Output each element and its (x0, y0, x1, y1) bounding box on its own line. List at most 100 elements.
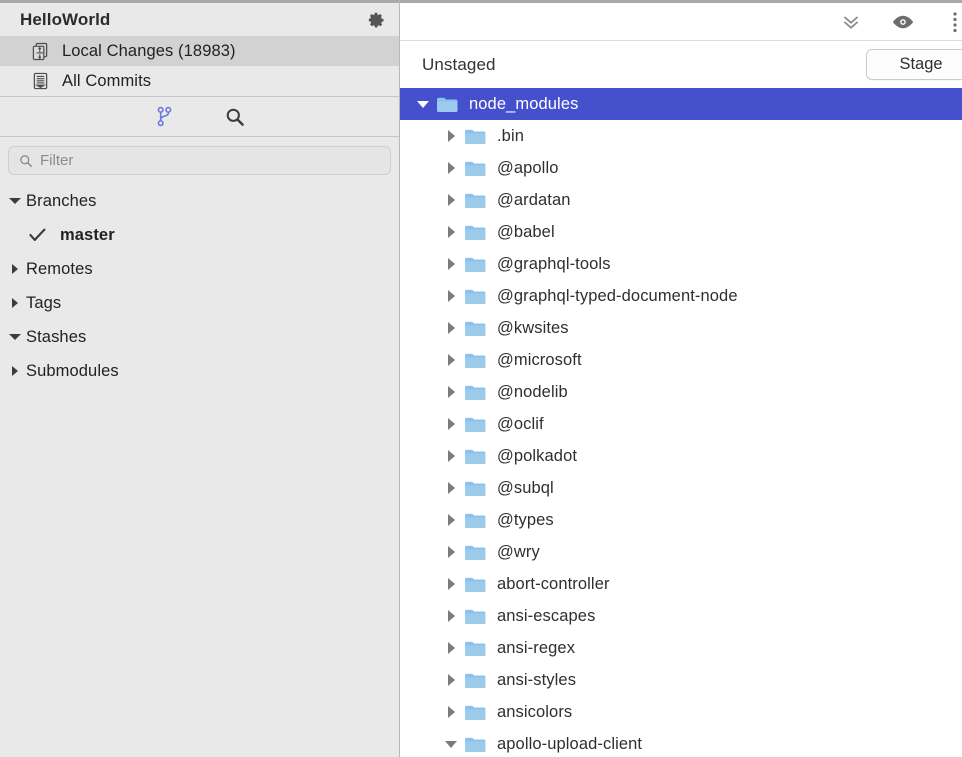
file-tree-row[interactable]: @babel (400, 216, 962, 248)
file-name: abort-controller (497, 575, 610, 594)
folder-icon (464, 384, 488, 401)
chevron-down-icon[interactable] (438, 741, 464, 748)
file-name: @types (497, 511, 554, 530)
file-tree-row[interactable]: abort-controller (400, 568, 962, 600)
file-name: ansi-styles (497, 671, 576, 690)
chevron-right-icon[interactable] (438, 610, 464, 622)
file-tree-row[interactable]: @nodelib (400, 376, 962, 408)
file-tree-row[interactable]: @subql (400, 472, 962, 504)
repository-title: HelloWorld (20, 10, 365, 30)
file-tree-row[interactable]: @types (400, 504, 962, 536)
folder-icon (464, 160, 488, 177)
file-tree-row[interactable]: apollo-upload-client (400, 728, 962, 757)
branch-icon[interactable] (150, 103, 180, 131)
file-tree-row[interactable]: ansi-escapes (400, 600, 962, 632)
file-tree-row[interactable]: node_modules (400, 88, 962, 120)
folder-icon (464, 288, 488, 305)
tree-item-label: Submodules (26, 362, 119, 381)
chevron-right-icon[interactable] (438, 418, 464, 430)
chevron-right-icon[interactable] (438, 450, 464, 462)
file-tree-row[interactable]: @graphql-tools (400, 248, 962, 280)
file-tree-row[interactable]: @kwsites (400, 312, 962, 344)
sidebar: HelloWorld Local Changes (18 (0, 0, 400, 757)
filter-input[interactable] (40, 152, 380, 169)
file-tree-row[interactable]: ansi-regex (400, 632, 962, 664)
tree-item-label: Remotes (26, 260, 93, 279)
section-title: Unstaged (422, 55, 496, 75)
folder-icon (436, 96, 460, 113)
folder-icon (464, 608, 488, 625)
file-tree-row[interactable]: @graphql-typed-document-node (400, 280, 962, 312)
tree-item-branches[interactable]: Branches (0, 184, 399, 218)
filter-box[interactable] (8, 146, 391, 175)
file-name: @subql (497, 479, 554, 498)
tree-item-submodules[interactable]: Submodules (0, 354, 399, 388)
chevron-right-icon[interactable] (438, 674, 464, 686)
chevron-right-icon[interactable] (438, 386, 464, 398)
main-toolbar (400, 3, 962, 41)
file-name: @wry (497, 543, 540, 562)
chevron-right-icon[interactable] (438, 258, 464, 270)
sidebar-item-label: Local Changes (18983) (62, 42, 236, 61)
file-name: ansi-escapes (497, 607, 595, 626)
chevron-right-icon[interactable] (438, 546, 464, 558)
file-name: @microsoft (497, 351, 582, 370)
file-name: @graphql-typed-document-node (497, 287, 738, 306)
file-tree: node_modules .bin @apollo (400, 88, 962, 757)
file-name: @polkadot (497, 447, 577, 466)
chevron-right-icon[interactable] (4, 298, 26, 308)
tree-item-master[interactable]: master (0, 218, 399, 252)
tree-item-label: Stashes (26, 328, 86, 347)
chevron-down-icon[interactable] (4, 334, 26, 340)
chevron-down-icon[interactable] (4, 198, 26, 204)
sidebar-item-all-commits[interactable]: All Commits (0, 66, 399, 96)
chevron-right-icon[interactable] (438, 290, 464, 302)
file-tree-row[interactable]: @apollo (400, 152, 962, 184)
chevron-right-icon[interactable] (4, 264, 26, 274)
stage-button[interactable]: Stage (866, 49, 962, 80)
chevron-right-icon[interactable] (438, 162, 464, 174)
more-vertical-icon[interactable] (942, 9, 962, 35)
file-tree-row[interactable]: ansicolors (400, 696, 962, 728)
folder-icon (464, 320, 488, 337)
search-icon[interactable] (220, 103, 250, 131)
chevron-right-icon[interactable] (438, 226, 464, 238)
chevron-right-icon[interactable] (438, 482, 464, 494)
chevron-right-icon[interactable] (438, 354, 464, 366)
file-tree-row[interactable]: @oclif (400, 408, 962, 440)
file-name: @graphql-tools (497, 255, 611, 274)
local-changes-icon (30, 40, 50, 62)
file-tree-row[interactable]: .bin (400, 120, 962, 152)
chevron-down-icon[interactable] (410, 101, 436, 108)
file-name: @ardatan (497, 191, 571, 210)
folder-icon (464, 128, 488, 145)
folder-icon (464, 576, 488, 593)
folder-icon (464, 704, 488, 721)
chevron-right-icon[interactable] (438, 322, 464, 334)
sidebar-item-local-changes[interactable]: Local Changes (18983) (0, 36, 399, 66)
chevron-right-icon[interactable] (438, 514, 464, 526)
tree-item-stashes[interactable]: Stashes (0, 320, 399, 354)
file-tree-row[interactable]: @polkadot (400, 440, 962, 472)
file-tree-row[interactable]: @ardatan (400, 184, 962, 216)
chevron-double-down-icon[interactable] (838, 9, 864, 35)
chevron-right-icon[interactable] (438, 706, 464, 718)
chevron-right-icon[interactable] (438, 578, 464, 590)
folder-icon (464, 224, 488, 241)
eye-icon[interactable] (890, 9, 916, 35)
chevron-right-icon[interactable] (438, 194, 464, 206)
tree-item-tags[interactable]: Tags (0, 286, 399, 320)
file-name: .bin (497, 127, 524, 146)
folder-icon (464, 480, 488, 497)
folder-icon (464, 672, 488, 689)
file-tree-row[interactable]: @microsoft (400, 344, 962, 376)
file-tree-row[interactable]: ansi-styles (400, 664, 962, 696)
folder-icon (464, 416, 488, 433)
chevron-right-icon[interactable] (4, 366, 26, 376)
chevron-right-icon[interactable] (438, 642, 464, 654)
file-tree-row[interactable]: @wry (400, 536, 962, 568)
tree-item-remotes[interactable]: Remotes (0, 252, 399, 286)
chevron-right-icon[interactable] (438, 130, 464, 142)
gear-icon[interactable] (365, 9, 387, 31)
folder-icon (464, 192, 488, 209)
